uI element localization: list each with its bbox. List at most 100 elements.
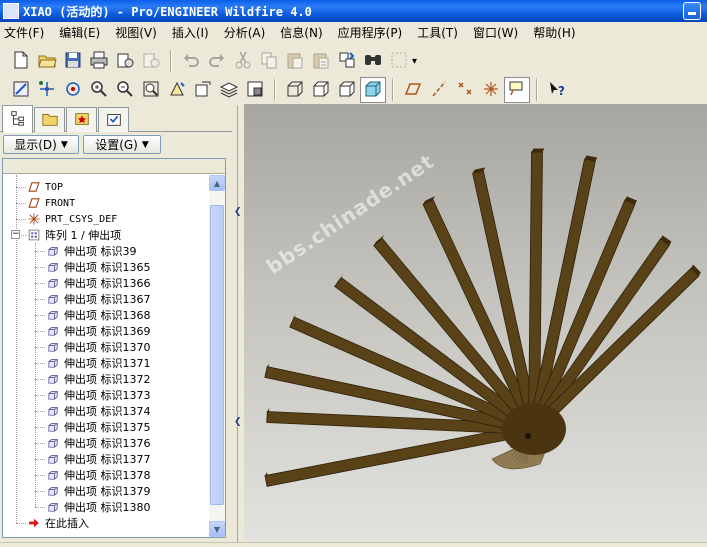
menu-bar: 文件(F) 编辑(E) 视图(V) 插入(I) 分析(A) 信息(N) 应用程序(P) 工具(…	[0, 22, 707, 42]
collapse-arrow-icon[interactable]: ❮	[234, 205, 242, 219]
tree-item[interactable]: 在此插入	[26, 515, 89, 531]
shading-button[interactable]	[360, 77, 386, 103]
annotation-display-button[interactable]	[504, 77, 530, 103]
minimize-button[interactable]	[683, 2, 701, 20]
menu-item[interactable]: 信息(N)	[280, 24, 322, 41]
panel-splitter[interactable]: ❮ ❮	[232, 105, 244, 542]
tree-item[interactable]: 伸出项 标识1367	[45, 291, 151, 307]
copy-button[interactable]	[256, 48, 282, 74]
tree-item[interactable]: 伸出项 标识1377	[45, 451, 151, 467]
tree-item[interactable]: 伸出项 标识1369	[45, 323, 151, 339]
scroll-down-button[interactable]: ▼	[209, 521, 225, 537]
new-file-button[interactable]	[8, 48, 34, 74]
tree-connector	[35, 251, 45, 252]
zoom-in-button[interactable]	[86, 77, 112, 103]
tree-item[interactable]: 伸出项 标识39	[45, 243, 137, 259]
tree-item[interactable]: 伸出项 标识1371	[45, 355, 151, 371]
collapse-toggle-icon[interactable]: −	[11, 230, 20, 239]
tree-item[interactable]: 伸出项 标识1373	[45, 387, 151, 403]
menu-item[interactable]: 编辑(E)	[59, 24, 100, 41]
spin-center-button[interactable]	[34, 77, 60, 103]
extrude-feature-icon	[45, 483, 61, 499]
refit-button[interactable]	[138, 77, 164, 103]
hidden-line-button[interactable]	[308, 77, 334, 103]
cut-button[interactable]	[230, 48, 256, 74]
tree-item[interactable]: 伸出项 标识1368	[45, 307, 151, 323]
settings-dropdown[interactable]: 设置(G) ▼	[83, 135, 161, 154]
tree-item[interactable]: TOP	[26, 179, 63, 195]
open-folder-icon	[37, 50, 57, 73]
chevron-down-icon[interactable]: ▾	[412, 56, 417, 67]
menu-item[interactable]: 应用程序(P)	[338, 24, 403, 41]
scrollbar-thumb[interactable]	[210, 205, 224, 505]
show-dropdown[interactable]: 显示(D) ▼	[3, 135, 79, 154]
menu-item[interactable]: 窗口(W)	[473, 24, 518, 41]
redo-button[interactable]	[204, 48, 230, 74]
navigator-tab-connections[interactable]	[98, 107, 129, 132]
datum-points-button[interactable]	[452, 77, 478, 103]
no-hidden-button[interactable]	[334, 77, 360, 103]
view-manager-button[interactable]	[242, 77, 268, 103]
menu-item[interactable]: 分析(A)	[224, 24, 266, 41]
layers-button[interactable]	[216, 77, 242, 103]
tree-item[interactable]: 伸出项 标识1380	[45, 499, 151, 515]
tree-item[interactable]: 伸出项 标识1379	[45, 483, 151, 499]
menu-item[interactable]: 视图(V)	[115, 24, 157, 41]
collapse-arrow-icon[interactable]: ❮	[234, 415, 242, 429]
tree-connector	[35, 411, 45, 412]
send-mail-button[interactable]	[112, 48, 138, 74]
menu-item[interactable]: 插入(I)	[172, 24, 209, 41]
menu-item[interactable]: 工具(T)	[417, 24, 458, 41]
navigator-tab-folder-browser[interactable]	[34, 107, 65, 132]
datum-planes-button[interactable]	[400, 77, 426, 103]
open-folder-button[interactable]	[34, 48, 60, 74]
repaint-button[interactable]	[8, 77, 34, 103]
navigator-tab-favorites[interactable]	[66, 107, 97, 132]
fan-model	[264, 148, 701, 487]
chevron-down-icon: ▼	[141, 139, 149, 150]
zoom-out-button[interactable]	[112, 77, 138, 103]
wireframe-button[interactable]	[282, 77, 308, 103]
context-help-button[interactable]: ?	[544, 77, 570, 103]
reorient-button[interactable]	[164, 77, 190, 103]
fan-hub	[502, 403, 566, 455]
tree-connector	[35, 491, 45, 492]
tree-item[interactable]: 伸出项 标识1366	[45, 275, 151, 291]
paste-button[interactable]	[282, 48, 308, 74]
regenerate-icon	[337, 50, 357, 73]
extrude-feature-icon	[45, 435, 61, 451]
navigator-tab-model-tree[interactable]	[2, 105, 33, 133]
tree-item[interactable]: 伸出项 标识1370	[45, 339, 151, 355]
regenerate-button[interactable]	[334, 48, 360, 74]
menu-item[interactable]: 帮助(H)	[533, 24, 575, 41]
tree-item[interactable]: 伸出项 标识1374	[45, 403, 151, 419]
fan-rib-end	[531, 148, 545, 153]
tree-item[interactable]: 伸出项 标识1365	[45, 259, 151, 275]
email-link-button[interactable]	[138, 48, 164, 74]
menu-item[interactable]: 文件(F)	[4, 24, 44, 41]
coordinate-systems-button[interactable]	[478, 77, 504, 103]
tree-item[interactable]: FRONT	[26, 195, 75, 211]
tree-item[interactable]: 伸出项 标识1375	[45, 419, 151, 435]
orient-mode-button[interactable]	[60, 77, 86, 103]
coordinate-system-icon	[26, 211, 42, 227]
graphics-window[interactable]: bbs.chinade.net	[244, 104, 707, 542]
print-button[interactable]	[86, 48, 112, 74]
paste-special-button[interactable]	[308, 48, 334, 74]
tree-connector	[35, 363, 45, 364]
tree-item[interactable]: 阵列 1 / 伸出项	[26, 227, 121, 243]
tree-item[interactable]: 伸出项 标识1372	[45, 371, 151, 387]
tree-connector	[35, 395, 45, 396]
tree-item[interactable]: PRT_CSYS_DEF	[26, 211, 117, 227]
save-button[interactable]	[60, 48, 86, 74]
tree-item[interactable]: 伸出项 标识1376	[45, 435, 151, 451]
scroll-up-button[interactable]: ▲	[209, 175, 225, 191]
undo-button[interactable]	[178, 48, 204, 74]
model-tree-scrollbar[interactable]: ▲ ▼	[209, 175, 225, 537]
tree-connector	[35, 475, 45, 476]
datum-axes-button[interactable]	[426, 77, 452, 103]
select-box-button[interactable]	[386, 48, 412, 74]
tree-item[interactable]: 伸出项 标识1378	[45, 467, 151, 483]
saved-views-button[interactable]	[190, 77, 216, 103]
find-button[interactable]	[360, 48, 386, 74]
